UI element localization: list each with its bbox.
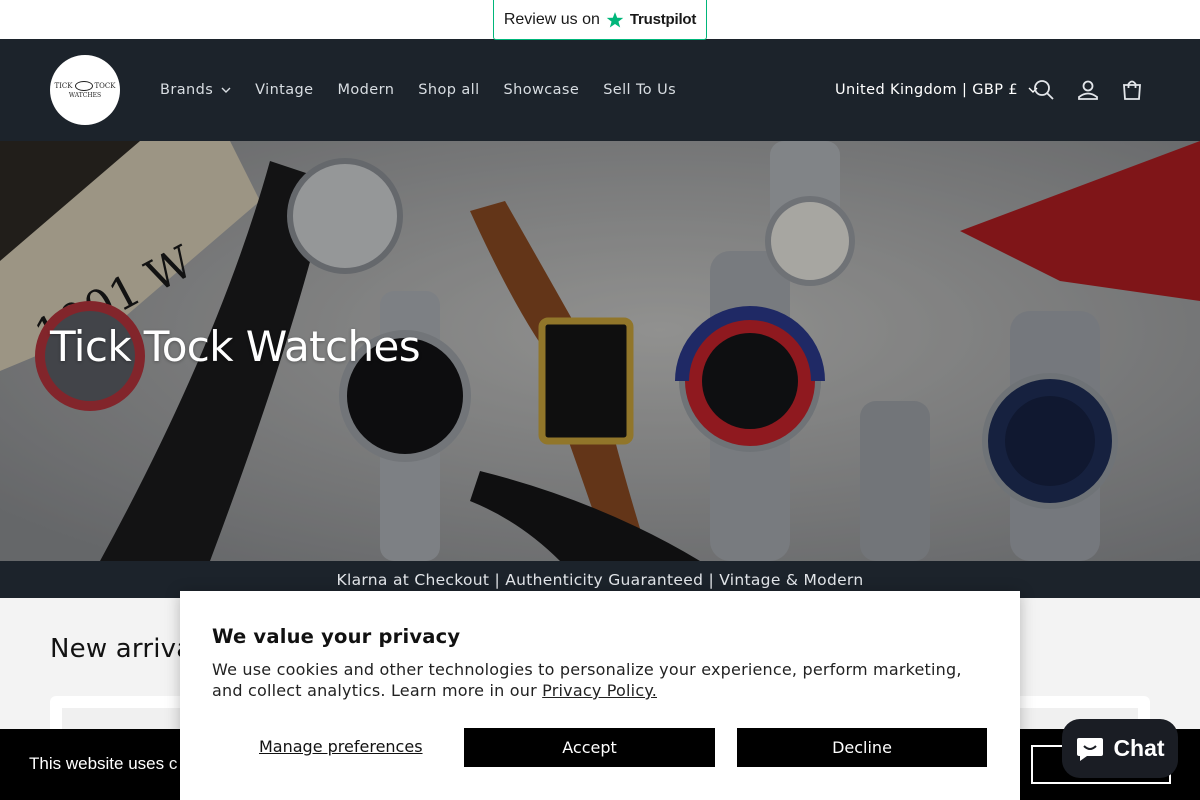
hero-title: Tick Tock Watches bbox=[50, 322, 421, 371]
decline-button[interactable]: Decline bbox=[737, 728, 987, 767]
privacy-policy-link[interactable]: Privacy Policy. bbox=[542, 681, 657, 700]
privacy-body: We use cookies and other technologies to… bbox=[212, 659, 992, 701]
nav-item-modern[interactable]: Modern bbox=[337, 82, 394, 98]
nav-item-label: Showcase bbox=[503, 82, 580, 98]
nav-item-showcase[interactable]: Showcase bbox=[504, 82, 580, 98]
nav-item-label: Brands bbox=[160, 82, 214, 98]
trustpilot-star-icon bbox=[606, 11, 624, 27]
trustpilot-review-text: Review us on bbox=[503, 10, 600, 28]
country-selector[interactable]: United Kingdom | GBP £ bbox=[835, 39, 1038, 141]
trustpilot-brand: Trustpilot bbox=[629, 11, 697, 28]
main-nav: Brands Vintage Modern Shop all Showcase … bbox=[160, 39, 700, 141]
chevron-down-icon bbox=[221, 87, 231, 93]
logo-mark: TICK TOCK bbox=[54, 81, 116, 91]
nav-item-label: Sell To Us bbox=[603, 82, 677, 98]
nav-item-shop-all[interactable]: Shop all bbox=[418, 82, 479, 98]
country-selector-label: United Kingdom | GBP £ bbox=[835, 82, 1019, 98]
search-icon[interactable] bbox=[1032, 78, 1056, 102]
manage-preferences-link[interactable]: Manage preferences bbox=[259, 737, 423, 756]
privacy-title: We value your privacy bbox=[212, 625, 461, 648]
announcement-text: Klarna at Checkout | Authenticity Guaran… bbox=[336, 570, 864, 589]
chat-bubble-icon bbox=[1077, 737, 1104, 761]
account-icon[interactable] bbox=[1076, 78, 1100, 102]
trustpilot-review-button[interactable]: Review us on Trustpilot bbox=[493, 0, 707, 40]
cookie-bar-text: This website uses c bbox=[29, 754, 178, 773]
accept-button[interactable]: Accept bbox=[464, 728, 715, 767]
logo-subtitle: WATCHES bbox=[68, 92, 102, 99]
cart-icon[interactable] bbox=[1120, 78, 1144, 102]
nav-item-label: Vintage bbox=[255, 82, 314, 98]
nav-item-vintage[interactable]: Vintage bbox=[255, 82, 313, 98]
privacy-dialog: We value your privacy We use cookies and… bbox=[180, 591, 1020, 800]
site-logo[interactable]: TICK TOCK WATCHES bbox=[50, 55, 120, 125]
hero-banner: 1001 W Tick Tock Watches bbox=[0, 141, 1200, 561]
site-header: TICK TOCK WATCHES Brands Vintage Modern … bbox=[0, 39, 1200, 141]
chat-button[interactable]: Chat bbox=[1062, 719, 1178, 778]
nav-item-brands[interactable]: Brands bbox=[160, 82, 231, 98]
section-title: New arrival bbox=[50, 634, 200, 664]
nav-item-label: Shop all bbox=[418, 82, 480, 98]
nav-item-label: Modern bbox=[337, 82, 395, 98]
nav-item-sell-to-us[interactable]: Sell To Us bbox=[603, 82, 676, 98]
chat-label: Chat bbox=[1113, 735, 1165, 761]
